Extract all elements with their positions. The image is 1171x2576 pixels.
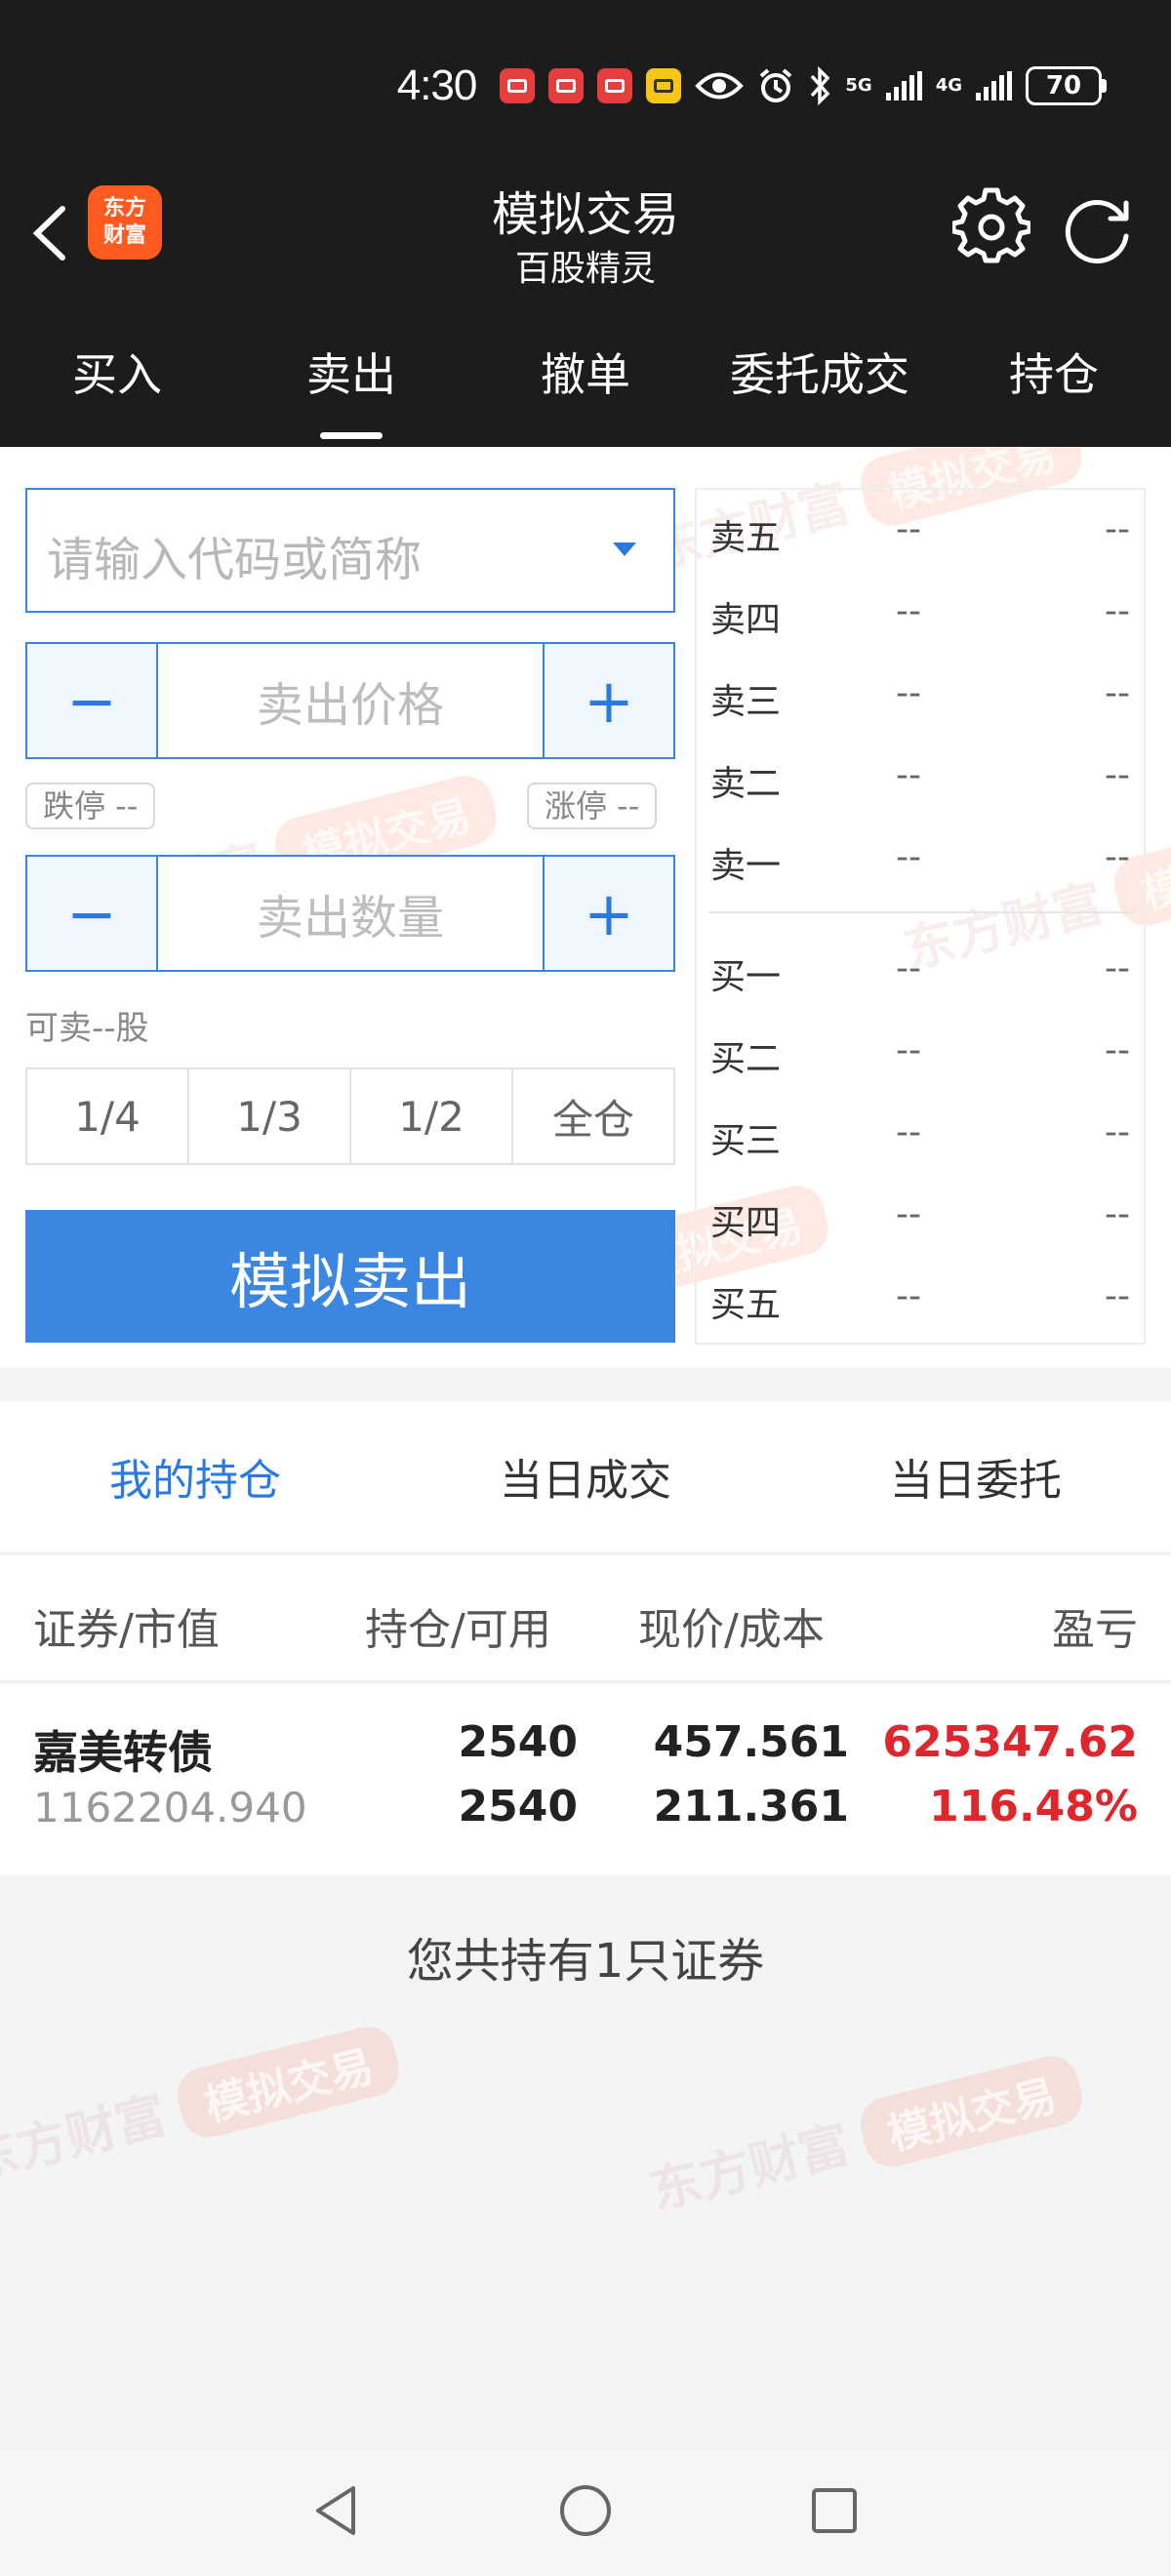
refresh-icon[interactable] — [1060, 191, 1138, 269]
tab-sell[interactable]: 卖出 — [234, 312, 468, 447]
order-book-row: 卖三 -- -- — [710, 673, 1130, 722]
limit-up-badge[interactable]: 涨停 -- — [527, 783, 658, 829]
nav-home-icon[interactable] — [551, 2476, 620, 2545]
bluetooth-icon — [811, 66, 830, 105]
price-increase-button[interactable]: + — [543, 644, 673, 757]
position-qty: 2540 — [458, 1717, 578, 1767]
column-header: 证券/市值 — [33, 1605, 220, 1655]
signal-icon — [976, 71, 1012, 101]
trade-tabs: 买入 卖出 撤单 委托成交 持仓 — [0, 312, 1171, 447]
watermark: 东方财富模拟交易 — [641, 2045, 1088, 2225]
network-4g-label: 4G — [935, 75, 962, 96]
cost-price: 211.361 — [653, 1782, 849, 1831]
ratio-all-button[interactable]: 全仓 — [513, 1069, 673, 1163]
holdings-tabs: 我的持仓 当日成交 当日委托 — [0, 1401, 1171, 1551]
tab-today-orders[interactable]: 当日委托 — [781, 1401, 1171, 1551]
sell-panel: 东方财富模拟交易 东方财富模拟交易 东方财富模拟交易 东方财富模拟交易 请输入代… — [0, 447, 1171, 1368]
price-stepper: − 卖出价格 + — [25, 642, 675, 759]
quantity-decrease-button[interactable]: − — [27, 857, 158, 970]
column-header: 持仓/可用 — [365, 1605, 551, 1655]
signal-icon — [885, 71, 922, 101]
order-book-row: 卖四 -- -- — [710, 591, 1130, 640]
watermark: 东方财富模拟交易 — [0, 2016, 405, 2195]
tab-cancel-order[interactable]: 撤单 — [468, 312, 703, 447]
column-header: 现价/成本 — [638, 1605, 825, 1655]
current-price: 457.561 — [653, 1717, 849, 1767]
nav-back-icon[interactable] — [303, 2476, 371, 2545]
price-decrease-button[interactable]: − — [27, 644, 158, 757]
app-header: 东方 财富 模拟交易 百股精灵 — [0, 172, 1171, 312]
ratio-third-button[interactable]: 1/3 — [189, 1069, 351, 1163]
ratio-quarter-button[interactable]: 1/4 — [27, 1069, 189, 1163]
notification-app-icon — [548, 68, 585, 103]
column-header: 盈亏 — [1052, 1605, 1138, 1655]
battery-icon: 70 — [1026, 66, 1107, 105]
eye-icon — [695, 72, 745, 100]
order-book-row: 买五 -- -- — [710, 1276, 1130, 1325]
system-nav-bar — [0, 2449, 1171, 2576]
sell-quantity-input[interactable]: 卖出数量 — [158, 857, 543, 970]
notification-app-icon — [646, 68, 682, 103]
profit-loss-percent: 116.48% — [929, 1782, 1138, 1831]
order-book: 卖五 -- -- 卖四 -- -- 卖三 -- -- 卖二 -- -- 卖一 -- -- 买一 -- -… — [695, 488, 1146, 1345]
notification-app-icon — [500, 68, 536, 103]
order-book-row: 买一 -- -- — [710, 948, 1130, 997]
tab-orders-trades[interactable]: 委托成交 — [703, 312, 937, 447]
status-time: 4:30 — [396, 61, 478, 109]
battery-level: 70 — [1026, 66, 1102, 105]
order-book-row: 卖二 -- -- — [710, 755, 1130, 804]
status-bar: 4:30 5G 4G 70 — [0, 0, 1171, 172]
nav-recents-icon[interactable] — [800, 2476, 868, 2545]
market-value: 1162204.940 — [33, 1784, 307, 1831]
holdings-summary: 您共持有1只证券 — [406, 1934, 765, 1989]
security-name: 嘉美转债 — [33, 1726, 213, 1779]
quantity-increase-button[interactable]: + — [543, 857, 673, 970]
alarm-icon — [760, 68, 792, 102]
tab-buy[interactable]: 买入 — [0, 312, 234, 447]
stock-code-input[interactable]: 请输入代码或简称 — [25, 488, 675, 613]
gear-icon[interactable] — [952, 187, 1030, 265]
order-book-row: 买三 -- -- — [710, 1112, 1130, 1161]
order-book-row: 买四 -- -- — [710, 1194, 1130, 1243]
sell-price-input[interactable]: 卖出价格 — [158, 644, 543, 757]
ratio-half-button[interactable]: 1/2 — [351, 1069, 513, 1163]
tab-positions[interactable]: 持仓 — [937, 312, 1171, 447]
table-row[interactable]: 嘉美转债 1162204.940 2540 2540 457.561 211.3… — [0, 1684, 1171, 1875]
holdings-table-header: 证券/市值 持仓/可用 现价/成本 盈亏 — [0, 1553, 1171, 1682]
profit-loss: 625347.62 — [882, 1717, 1138, 1767]
order-book-divider — [708, 911, 1134, 913]
network-5g-label: 5G — [845, 75, 872, 96]
limit-down-badge[interactable]: 跌停 -- — [25, 783, 156, 829]
quantity-stepper: − 卖出数量 + — [25, 855, 675, 972]
simulated-sell-button[interactable]: 模拟卖出 — [25, 1210, 675, 1343]
dropdown-caret-icon[interactable] — [613, 543, 636, 556]
stock-code-placeholder: 请输入代码或简称 — [47, 533, 423, 587]
position-ratio-selector: 1/4 1/3 1/2 全仓 — [25, 1067, 675, 1165]
notification-app-icon — [597, 68, 633, 103]
order-book-row: 卖五 -- -- — [710, 509, 1130, 558]
order-book-row: 卖一 -- -- — [710, 837, 1130, 886]
order-book-row: 买二 -- -- — [710, 1030, 1130, 1079]
available-qty: 2540 — [458, 1782, 578, 1831]
tab-my-positions[interactable]: 我的持仓 — [0, 1401, 390, 1551]
available-to-sell: 可卖--股 — [25, 1009, 149, 1048]
tab-today-trades[interactable]: 当日成交 — [390, 1401, 781, 1551]
